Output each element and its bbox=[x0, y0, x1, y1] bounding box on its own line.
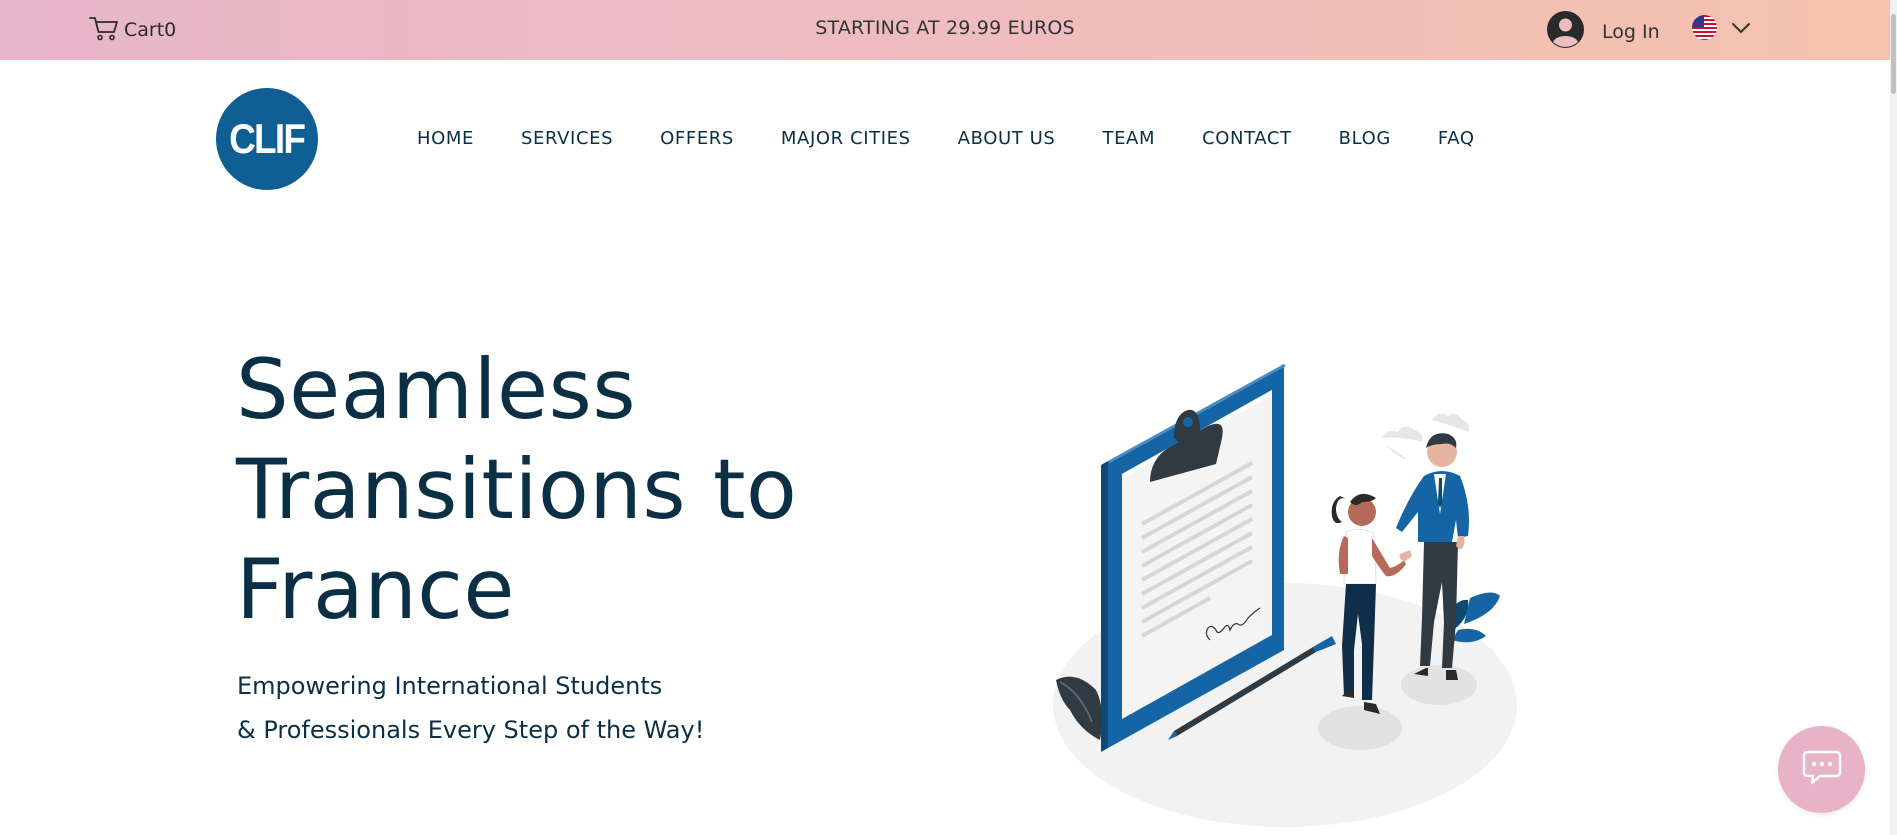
contract-handshake-illustration bbox=[1053, 364, 1517, 827]
nav-contact[interactable]: CONTACT bbox=[1202, 128, 1292, 149]
chat-button[interactable] bbox=[1778, 726, 1865, 813]
logo-text: CLIF bbox=[229, 115, 306, 162]
nav-about-us[interactable]: ABOUT US bbox=[958, 128, 1056, 149]
language-selector[interactable] bbox=[1692, 15, 1751, 44]
hero-subtitle: Empowering International Students & Prof… bbox=[237, 664, 837, 752]
chat-icon bbox=[1800, 748, 1844, 792]
us-flag-icon bbox=[1692, 15, 1717, 44]
nav-blog[interactable]: BLOG bbox=[1339, 128, 1391, 149]
nav-home[interactable]: HOME bbox=[417, 128, 474, 149]
login-button[interactable]: Log In bbox=[1547, 11, 1660, 52]
nav-offers[interactable]: OFFERS bbox=[660, 128, 734, 149]
promo-bar: Cart 0 STARTING AT 29.99 EUROS Log In bbox=[0, 0, 1890, 60]
nav-faq[interactable]: FAQ bbox=[1438, 128, 1475, 149]
account-icon bbox=[1547, 11, 1584, 52]
hero-title-line: Seamless bbox=[236, 341, 637, 438]
hero-subtitle-line: Empowering International Students bbox=[237, 672, 663, 700]
nav-services[interactable]: SERVICES bbox=[521, 128, 613, 149]
hero-title-line: France bbox=[236, 541, 515, 638]
chevron-down-icon bbox=[1731, 20, 1751, 39]
page-scrollbar[interactable] bbox=[1890, 0, 1897, 835]
hero-title-line: Transitions to bbox=[236, 441, 798, 538]
scrollbar-thumb[interactable] bbox=[1891, 14, 1896, 94]
hero-subtitle-line: & Professionals Every Step of the Way! bbox=[237, 716, 705, 744]
nav-major-cities[interactable]: MAJOR CITIES bbox=[781, 128, 911, 149]
login-label: Log In bbox=[1602, 20, 1660, 43]
main-nav: HOME SERVICES OFFERS MAJOR CITIES ABOUT … bbox=[417, 128, 1475, 149]
site-logo[interactable]: CLIF bbox=[216, 88, 318, 190]
hero-title: Seamless Transitions to France bbox=[236, 340, 936, 640]
nav-team[interactable]: TEAM bbox=[1102, 128, 1155, 149]
